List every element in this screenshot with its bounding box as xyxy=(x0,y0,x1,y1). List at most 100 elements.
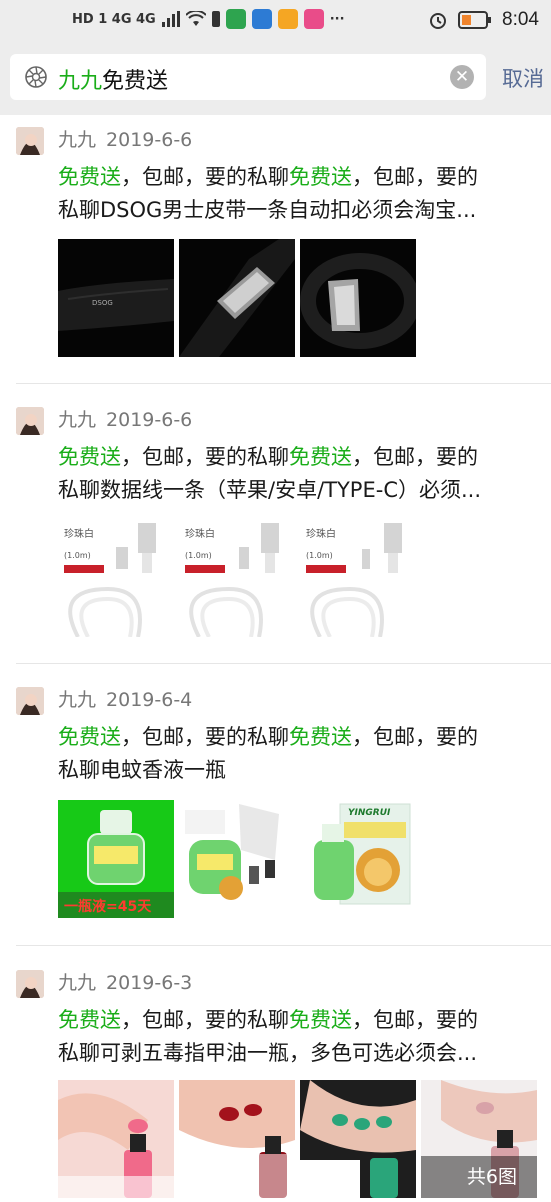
alarm-icon xyxy=(430,13,447,29)
mosquito-liquid-image[interactable]: 一瓶液=45天 xyxy=(58,800,174,918)
post-line-2: 私聊DSOG男士皮带一条自动扣必须会淘宝... xyxy=(58,198,477,222)
nail-polish-image[interactable]: 共6图 xyxy=(421,1080,537,1198)
wifi-icon xyxy=(185,11,206,26)
divider xyxy=(16,945,551,946)
keyword-highlight: 免费送 xyxy=(289,165,352,189)
moment-post[interactable]: 九九 2019-6-6 免费送，包邮，要的私聊免费送，包邮，要的 私聊DSOG男士… xyxy=(0,115,551,385)
cable-length-label: (1.0m) xyxy=(306,551,333,560)
app-icon-video xyxy=(277,9,298,29)
keyword-highlight: 免费送 xyxy=(58,445,121,469)
text-segment: ，包邮，要的私聊 xyxy=(121,445,289,469)
search-header: 九九免费送 ✕ 取消 xyxy=(0,40,551,115)
text-segment: ，包邮，要的私聊 xyxy=(121,725,289,749)
post-line-2: 私聊电蚊香液一瓶 xyxy=(58,758,226,782)
cable-image[interactable]: 珍珠白 (1.0m) xyxy=(179,519,295,637)
moment-post[interactable]: 九九 2019-6-6 免费送，包邮，要的私聊免费送，包邮，要的 私聊数据线一条（… xyxy=(0,395,551,665)
text-segment: ，包邮，要的 xyxy=(352,725,478,749)
avatar[interactable] xyxy=(16,407,44,435)
keyword-highlight: 免费送 xyxy=(289,445,352,469)
image-count-badge[interactable]: 共6图 xyxy=(421,1156,537,1198)
app-icon-green xyxy=(225,9,246,29)
post-date: 2019-6-6 xyxy=(106,409,193,431)
post-date: 2019-6-6 xyxy=(106,129,193,151)
cable-image[interactable]: 珍珠白 (1.0m) xyxy=(300,519,416,637)
divider xyxy=(16,383,551,384)
divider xyxy=(16,663,551,664)
image-grid: 珍珠白 (1.0m) 珍珠白 (1.0m) 珍珠白 (1.0m) xyxy=(58,519,416,637)
avatar[interactable] xyxy=(16,687,44,715)
cable-image[interactable]: 珍珠白 (1.0m) xyxy=(58,519,174,637)
avatar[interactable] xyxy=(16,127,44,155)
nail-polish-image[interactable] xyxy=(300,1080,416,1198)
text-segment: ，包邮，要的 xyxy=(352,165,478,189)
more-icon: ··· xyxy=(329,11,345,27)
cable-length-label: (1.0m) xyxy=(185,551,212,560)
post-meta: 九九 2019-6-4 xyxy=(58,685,192,712)
post-text[interactable]: 免费送，包邮，要的私聊免费送，包邮，要的 私聊DSOG男士皮带一条自动扣必须会淘… xyxy=(58,161,544,227)
author-name[interactable]: 九九 xyxy=(58,129,96,151)
moment-post[interactable]: 九九 2019-6-3 免费送，包邮，要的私聊免费送，包邮，要的 私聊可剥五毒指甲… xyxy=(0,958,551,1202)
mosquito-liquid-image[interactable] xyxy=(179,800,295,918)
box-brand: YINGRUI xyxy=(348,808,391,818)
moments-icon xyxy=(24,65,48,89)
text-segment: ，包邮，要的私聊 xyxy=(121,165,289,189)
cable-color-label: 珍珠白 xyxy=(306,529,336,540)
post-line-1: 免费送，包邮，要的私聊免费送，包邮，要的 xyxy=(58,161,544,194)
nail-polish-image[interactable] xyxy=(58,1080,174,1198)
post-line-2: 私聊可剥五毒指甲油一瓶，多色可选必须会... xyxy=(58,1041,478,1065)
search-input[interactable]: 九九免费送 ✕ xyxy=(10,54,486,100)
search-query[interactable]: 九九免费送 xyxy=(58,63,168,95)
post-date: 2019-6-4 xyxy=(106,689,193,711)
duration-caption: 一瓶液=45天 xyxy=(64,899,152,915)
search-query-highlight: 九九 xyxy=(58,69,103,94)
keyword-highlight: 免费送 xyxy=(58,1008,121,1032)
belt-buckle-image[interactable] xyxy=(179,239,295,357)
clock: 8:04 xyxy=(502,9,539,30)
image-grid: 共6图 xyxy=(58,1080,551,1198)
cable-color-label: 珍珠白 xyxy=(64,529,94,540)
post-date: 2019-6-3 xyxy=(106,972,193,994)
post-text[interactable]: 免费送，包邮，要的私聊免费送，包邮，要的 私聊可剥五毒指甲油一瓶，多色可选必须会… xyxy=(58,1004,544,1070)
alert-icon xyxy=(211,11,220,27)
post-meta: 九九 2019-6-6 xyxy=(58,125,192,152)
status-icons-left: HD 1 4G 4G ··· xyxy=(72,9,345,29)
post-line-2: 私聊数据线一条（苹果/安卓/TYPE-C）必须... xyxy=(58,478,482,502)
signal-icon xyxy=(161,11,180,27)
status-bar: HD 1 4G 4G ··· 8:04 xyxy=(0,0,551,40)
text-segment: ，包邮，要的 xyxy=(352,1008,478,1032)
author-name[interactable]: 九九 xyxy=(58,409,96,431)
keyword-highlight: 免费送 xyxy=(289,1008,352,1032)
post-text[interactable]: 免费送，包邮，要的私聊免费送，包邮，要的 私聊电蚊香液一瓶 xyxy=(58,721,544,787)
text-segment: ，包邮，要的私聊 xyxy=(121,1008,289,1032)
moment-post[interactable]: 九九 2019-6-4 免费送，包邮，要的私聊免费送，包邮，要的 私聊电蚊香液一瓶… xyxy=(0,675,551,945)
search-query-rest: 免费送 xyxy=(102,69,169,94)
image-grid: 一瓶液=45天 YINGRUI xyxy=(58,800,416,918)
keyword-highlight: 免费送 xyxy=(58,165,121,189)
network-indicator: HD 1 4G 4G xyxy=(72,11,156,27)
author-name[interactable]: 九九 xyxy=(58,689,96,711)
belt-image[interactable]: DSOG xyxy=(58,239,174,357)
app-icon-blue xyxy=(251,9,272,29)
post-line-1: 免费送，包邮，要的私聊免费送，包邮，要的 xyxy=(58,1004,544,1037)
cable-length-label: (1.0m) xyxy=(64,551,91,560)
keyword-highlight: 免费送 xyxy=(289,725,352,749)
text-segment: ，包邮，要的 xyxy=(352,445,478,469)
post-text[interactable]: 免费送，包邮，要的私聊免费送，包邮，要的 私聊数据线一条（苹果/安卓/TYPE-… xyxy=(58,441,544,507)
svg-text:DSOG: DSOG xyxy=(92,299,113,307)
author-name[interactable]: 九九 xyxy=(58,972,96,994)
app-icon-play xyxy=(303,9,324,29)
post-line-1: 免费送，包邮，要的私聊免费送，包邮，要的 xyxy=(58,441,544,474)
belt-buckle-image[interactable] xyxy=(300,239,416,357)
status-icons-right: 8:04 xyxy=(428,9,539,31)
post-line-1: 免费送，包邮，要的私聊免费送，包邮，要的 xyxy=(58,721,544,754)
clear-icon[interactable]: ✕ xyxy=(450,65,474,89)
cancel-button[interactable]: 取消 xyxy=(502,63,544,93)
image-grid: DSOG xyxy=(58,239,416,357)
cable-color-label: 珍珠白 xyxy=(185,529,215,540)
keyword-highlight: 免费送 xyxy=(58,725,121,749)
mosquito-liquid-box-image[interactable]: YINGRUI xyxy=(300,800,416,918)
avatar[interactable] xyxy=(16,970,44,998)
battery-icon xyxy=(458,11,492,29)
nail-polish-image[interactable] xyxy=(179,1080,295,1198)
post-meta: 九九 2019-6-6 xyxy=(58,405,192,432)
